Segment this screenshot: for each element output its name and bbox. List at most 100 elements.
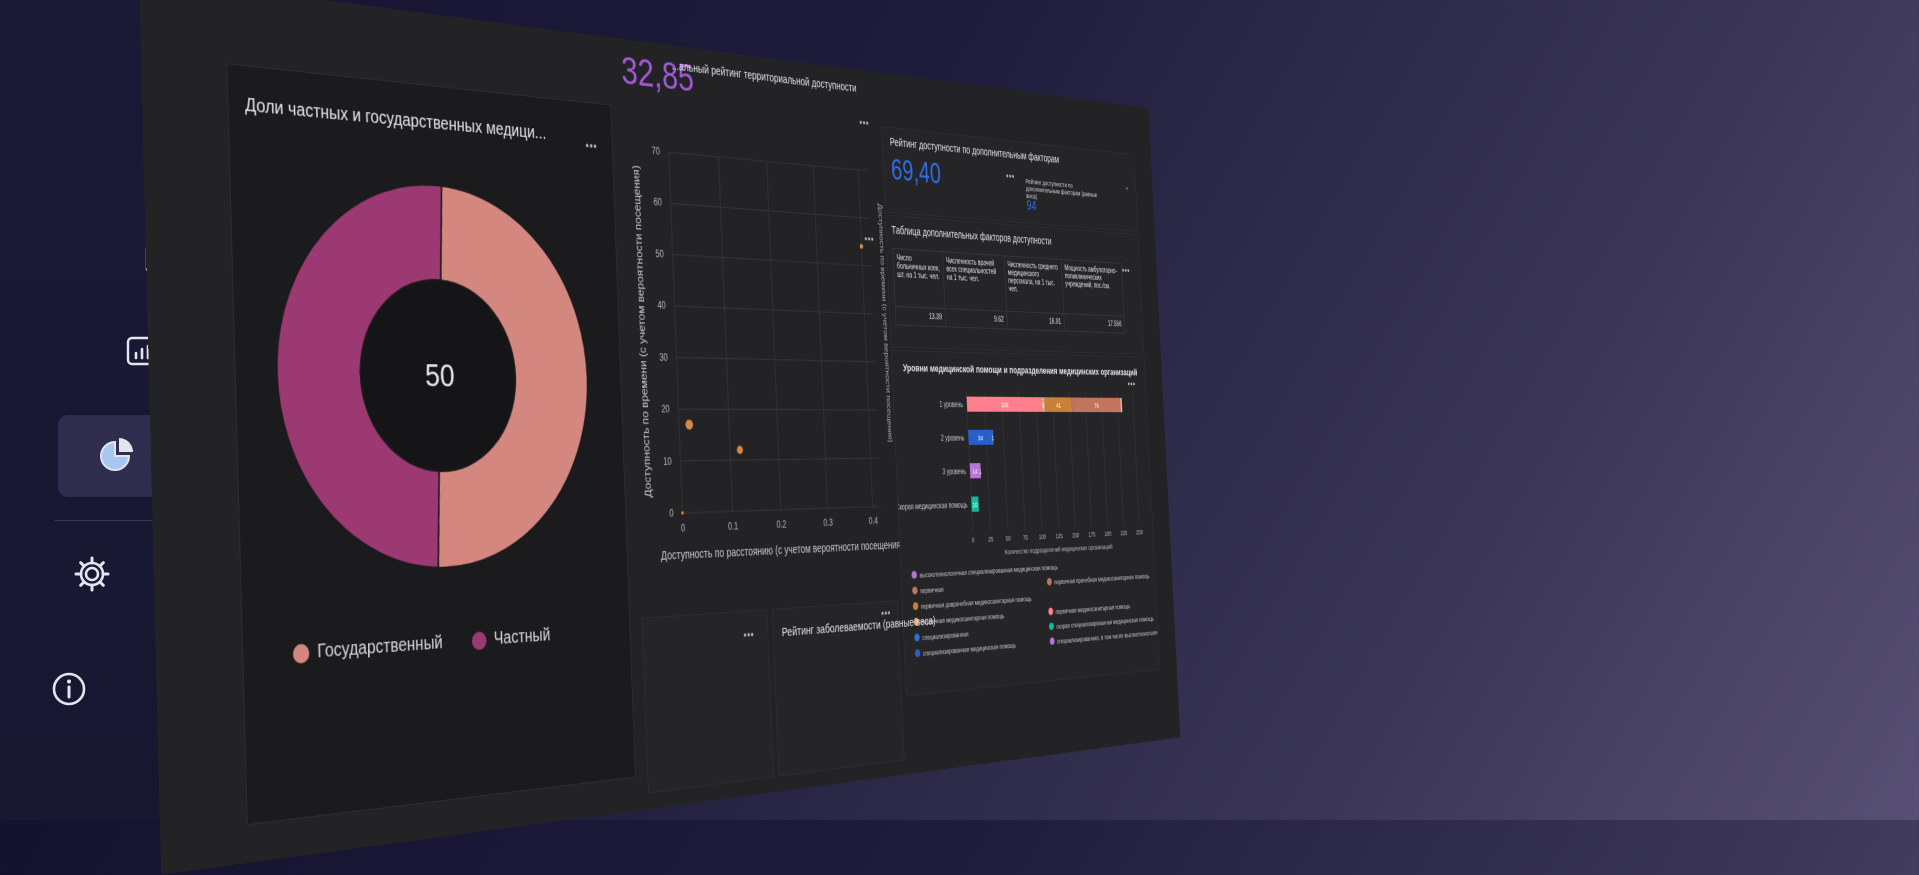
category-label: 1 уровень (939, 400, 963, 409)
grid-line-y (675, 306, 874, 314)
category-label: 2 уровень (941, 433, 965, 442)
grid-line-y (673, 255, 871, 266)
table-cell: 13.39 (895, 306, 946, 327)
grid-line-x (813, 166, 827, 508)
morbidity-menu-button[interactable]: ••• (881, 606, 891, 619)
x-tick-label: 75 (1023, 533, 1028, 541)
x-tick-label: 0.2 (776, 520, 786, 531)
bottom-left-panel: ••• (641, 609, 774, 794)
donut-menu-button[interactable]: ••• (585, 138, 597, 153)
morbidity-panel: Рейтинг заболеваемости (равные веса) ••• (771, 600, 936, 777)
legend-swatch (911, 570, 918, 579)
legend-swatch (1048, 622, 1055, 631)
legend-swatch (914, 649, 921, 658)
y-tick-label: 50 (655, 249, 664, 260)
legend-item-state: Государственный (292, 632, 443, 665)
x-tick-label: 150 (1072, 531, 1080, 539)
legend-label: первичная врачебная медикосанитарная пом… (1054, 572, 1150, 586)
legend-swatch (1049, 637, 1055, 646)
scatter-point (859, 243, 864, 249)
table-header-cell: Численность среднего медицинского персон… (1003, 255, 1064, 314)
y-tick-label: 10 (663, 456, 672, 467)
x-tick-label: 100 (1039, 533, 1047, 541)
x-tick-label: 200 (1104, 530, 1111, 538)
donut-title: Доли частных и государственных медици... (244, 94, 547, 144)
legend-swatch (914, 633, 920, 642)
additional-rating-value: 69,40 (890, 153, 942, 191)
bar-data-label: 1 (979, 467, 982, 475)
grid-line-x (767, 161, 781, 509)
table-cell: 9.62 (944, 308, 1008, 330)
table-header-cell: Численность врачей всех специальностей н… (942, 251, 1007, 312)
bar-data-label: 108 (1001, 401, 1009, 409)
table-cell: 16.91 (1006, 311, 1065, 332)
table-header-cell: Мощность амбулаторно-поликлинических учр… (1061, 259, 1125, 317)
scatter-menu-button[interactable]: ••• (864, 232, 874, 245)
y-tick-label: 60 (653, 197, 662, 208)
legend-swatch (1048, 607, 1054, 616)
x-tick-label: 25 (988, 535, 994, 543)
overall-rating-value: 32,85 (620, 47, 695, 100)
category-label: Скорая медицинская помощь (895, 500, 967, 511)
donut-legend: Государственный Частный (292, 624, 551, 665)
legend-swatch (912, 586, 918, 595)
overall-menu-button[interactable]: ••• (859, 116, 869, 129)
scatter-chart: 0 10 20 30 40 50 60 70 0 0.1 0.2 0.3 0.4 Доступность … (631, 146, 901, 563)
x-tick-label: 125 (1055, 532, 1063, 540)
legend-label: высокотехнологичная специализированная м… (919, 563, 1058, 579)
grid-line-y (671, 203, 869, 218)
y-tick-label: 40 (657, 301, 666, 312)
y-axis-label: Доступность по времени (с учетом вероятн… (631, 165, 654, 498)
x-tick-label: 0 (681, 523, 686, 534)
donut-panel: Доли частных и государственных медици...… (226, 63, 636, 826)
equal-weights-label: Рейтинг доступности по дополнительным фа… (1025, 177, 1098, 201)
y-tick-label: 70 (651, 146, 660, 157)
additional-menu-button[interactable]: ••• (1006, 170, 1015, 183)
legend-label: первичная медикосанитарная помощь (1055, 602, 1130, 616)
x-tick-label: 225 (1120, 529, 1127, 537)
x-axis-label: Количество подразделений медицинских орг… (1005, 543, 1113, 556)
legend-label: первичная доврачебная медикосанитарная п… (921, 595, 1032, 611)
additional-rating-panel: Рейтинг доступности по дополнительным фа… (881, 126, 1139, 233)
dashboard: Доли частных и государственных медици...… (139, 0, 1181, 875)
x-tick-label: 175 (1088, 530, 1095, 538)
bar-data-label: 14 (972, 467, 978, 475)
bar-data-label: 1 (991, 434, 994, 442)
scatter-point (681, 511, 684, 515)
legend-label: скорая специализированная медицинская по… (1056, 615, 1154, 631)
table-header-cell: Число больничных коек, шт. на 1 тыс. чел… (892, 248, 945, 309)
grid-line-y (681, 458, 880, 461)
y-tick-label: 30 (659, 352, 668, 363)
legend-swatch-private (471, 630, 487, 651)
y-tick-label: 0 (669, 508, 674, 519)
legend-swatch-state (292, 642, 310, 664)
y-tick-label: 20 (661, 404, 670, 415)
settings-icon[interactable] (63, 545, 121, 603)
legend-label: первичная (920, 585, 944, 595)
x-tick-label: 0.4 (869, 516, 879, 526)
scatter-point (736, 445, 744, 455)
x-tick-label: 250 (1136, 528, 1143, 536)
grid-line-x (1133, 392, 1140, 524)
category-label: 3 уровень (942, 467, 966, 476)
factors-table-panel: Таблица дополнительных факторов доступно… (885, 214, 1145, 355)
levels-bar-chart: Уровни медицинской помощи и подразделени… (895, 362, 1159, 658)
legend-label-private: Частный (493, 624, 551, 649)
chevron-down-icon[interactable]: ⌄ (1124, 182, 1129, 192)
grid-line-x (719, 157, 733, 511)
legend-swatch (912, 602, 919, 611)
bottom-menu-button[interactable]: ••• (743, 628, 754, 642)
table-menu-button[interactable]: ••• (1122, 264, 1130, 276)
grid-line-y (669, 152, 867, 171)
donut-center-label: 50 (424, 357, 455, 394)
info-icon[interactable] (40, 660, 98, 718)
bar-data-label: 41 (1056, 401, 1061, 409)
x-tick-label: 0.3 (823, 518, 833, 529)
overall-rating-label: ...альный рейтинг территориальной доступ… (671, 58, 857, 95)
levels-panel: ••• Уровни медицинской помощи и подразде… (890, 350, 1161, 697)
scatter-panel: 0 10 20 30 40 50 60 70 0 0.1 0.2 0.3 0.4 Доступность … (623, 122, 902, 601)
legend-swatch (1046, 577, 1052, 586)
legend-label: специализированная медицинская помощь (923, 641, 1017, 658)
bar-data-label: 34 (978, 434, 984, 442)
x-tick-label: 0.1 (728, 521, 739, 532)
